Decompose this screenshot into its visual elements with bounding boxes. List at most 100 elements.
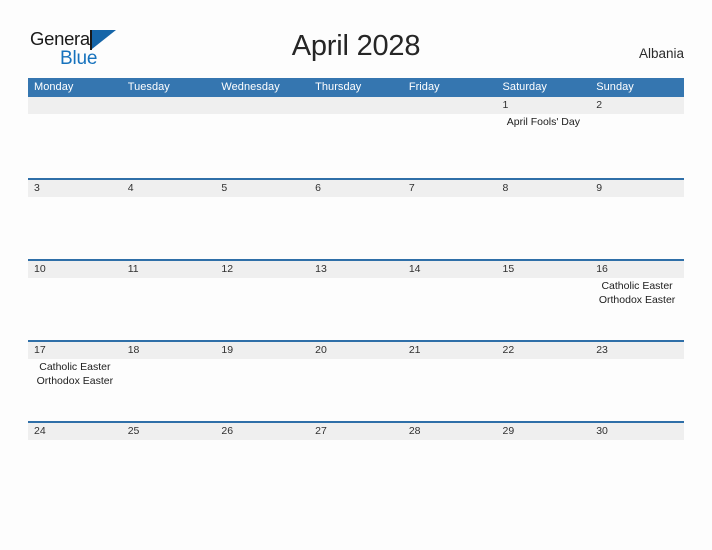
day-number-21[interactable]: 21 [403,342,497,359]
weekday-header-thursday: Thursday [315,81,362,93]
day-number-22[interactable]: 22 [497,342,591,359]
day-events-cell [309,359,403,421]
day-number-28[interactable]: 28 [403,423,497,440]
weekday-header-monday: Monday [34,81,74,93]
day-events-row: April Fools' Day [28,114,684,176]
day-number-15[interactable]: 15 [497,261,591,278]
day-number-14[interactable]: 14 [403,261,497,278]
day-cell-empty [309,97,403,114]
day-events-cell [28,197,122,259]
day-number-17[interactable]: 17 [28,342,122,359]
day-events-row [28,440,684,502]
holiday-event: Catholic Easter [39,361,111,373]
week-row: 24 25 26 27 28 29 30 [28,421,684,502]
day-cell-empty [122,97,216,114]
week-row: 1 2 April Fools' Day [28,97,684,178]
day-events-cell [215,359,309,421]
day-number-24[interactable]: 24 [28,423,122,440]
day-cell-empty [215,97,309,114]
day-events-row [28,197,684,259]
day-events-cell [403,440,497,502]
page-header: General Blue April 2028 Albania [0,0,712,76]
day-events-cell [215,114,309,176]
day-events-cell: Catholic Easter Orthodox Easter [590,278,684,340]
day-number-12[interactable]: 12 [215,261,309,278]
weekday-header-wednesday: Wednesday [221,81,280,93]
holiday-event: Orthodox Easter [598,293,676,306]
day-number-27[interactable]: 27 [309,423,403,440]
day-number-8[interactable]: 8 [497,180,591,197]
weekday-header-sunday: Sunday [596,81,634,93]
day-number-6[interactable]: 6 [309,180,403,197]
day-number-13[interactable]: 13 [309,261,403,278]
holiday-event: April Fools' Day [506,116,580,128]
day-number-11[interactable]: 11 [122,261,216,278]
day-number-band: 10 11 12 13 14 15 16 [28,261,684,278]
day-number-19[interactable]: 19 [215,342,309,359]
week-row: 10 11 12 13 14 15 16 Catholic Easter Orthodox Ea… [28,259,684,340]
calendar-weeks: 1 2 April Fools' Day 3 4 5 6 7 8 9 10 11 12 13 14 15 16 C… [28,97,684,502]
day-number-3[interactable]: 3 [28,180,122,197]
day-events-cell [28,440,122,502]
day-number-9[interactable]: 9 [590,180,684,197]
day-number-5[interactable]: 5 [215,180,309,197]
day-events-cell [590,114,684,176]
day-events-cell [122,440,216,502]
holiday-event: Orthodox Easter [36,374,114,387]
day-cell-empty [28,97,122,114]
day-events-cell [215,278,309,340]
day-number-band: 12 [28,97,684,114]
holiday-event: Catholic Easter [601,280,673,292]
day-number-10[interactable]: 10 [28,261,122,278]
day-events-cell [497,197,591,259]
weekday-header-row: Monday Tuesday Wednesday Thursday Friday Satu… [28,78,684,97]
day-number-23[interactable]: 23 [590,342,684,359]
day-events-cell: Catholic Easter Orthodox Easter [28,359,122,421]
day-events-cell [28,114,122,176]
day-number-7[interactable]: 7 [403,180,497,197]
day-events-cell [497,440,591,502]
day-number-30[interactable]: 30 [590,423,684,440]
week-row: 17 18 19 20 21 22 23 Catholic Easter Orthodox Ea… [28,340,684,421]
day-number-18[interactable]: 18 [122,342,216,359]
day-number-1[interactable]: 1 [497,97,591,114]
day-number-29[interactable]: 29 [497,423,591,440]
day-events-cell [590,197,684,259]
week-row: 3456789 [28,178,684,259]
day-number-16[interactable]: 16 [590,261,684,278]
country-label: Albania [638,46,684,61]
day-events-cell [309,114,403,176]
day-events-cell [309,440,403,502]
day-number-4[interactable]: 4 [122,180,216,197]
weekday-header-tuesday: Tuesday [127,81,170,93]
day-events-cell [122,197,216,259]
day-events-cell: April Fools' Day [497,114,591,176]
weekday-header-saturday: Saturday [502,81,547,93]
page-title: April 2028 [291,30,421,62]
day-number-20[interactable]: 20 [309,342,403,359]
day-number-26[interactable]: 26 [215,423,309,440]
day-events-cell [215,440,309,502]
day-number-2[interactable]: 2 [590,97,684,114]
day-events-cell [28,278,122,340]
calendar-page: General Blue April 2028 Albania Monday Tu… [0,0,712,550]
calendar-grid: Monday Tuesday Wednesday Thursday Friday Satu… [28,78,684,502]
day-events-cell [590,359,684,421]
day-number-band: 3456789 [28,180,684,197]
day-events-cell [497,359,591,421]
day-events-cell [122,114,216,176]
day-events-cell [403,359,497,421]
day-events-cell [403,197,497,259]
weekday-header-friday: Friday [408,81,440,93]
day-cell-empty [403,97,497,114]
day-events-cell [403,114,497,176]
day-events-cell [122,359,216,421]
day-events-cell [215,197,309,259]
day-events-cell [309,197,403,259]
day-events-row: Catholic Easter Orthodox Easter [28,359,684,421]
day-events-cell [122,278,216,340]
day-events-row: Catholic Easter Orthodox Easter [28,278,684,340]
day-events-cell [403,278,497,340]
day-events-cell [590,440,684,502]
day-number-25[interactable]: 25 [122,423,216,440]
